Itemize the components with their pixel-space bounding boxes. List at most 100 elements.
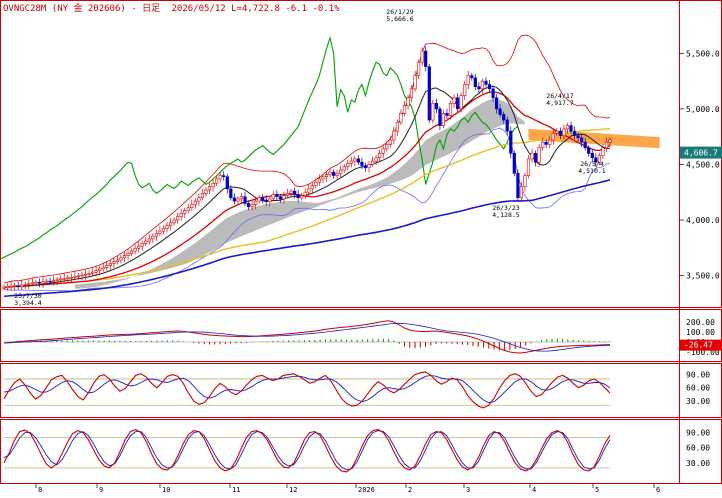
candle-body <box>80 274 84 277</box>
candle-body <box>459 95 463 110</box>
candle-body <box>190 204 194 208</box>
candle-body <box>317 178 322 183</box>
candle-body <box>321 176 325 180</box>
month-tick-label: 4 <box>532 486 536 494</box>
candle-body <box>122 255 127 259</box>
candle-body <box>73 276 77 278</box>
candle-body <box>579 137 584 143</box>
candle-body <box>494 97 499 110</box>
candle-body <box>491 88 495 99</box>
oscillator-tick-label: 30.00 <box>686 397 710 406</box>
candle-body <box>360 161 364 166</box>
oscillator-panel-frame <box>0 363 722 418</box>
candle-body <box>232 197 237 202</box>
candle-body <box>374 157 378 162</box>
candle-body <box>268 198 272 202</box>
candle-body <box>349 160 353 164</box>
candle-body <box>23 284 27 286</box>
candle-body <box>147 238 151 242</box>
candle-body <box>342 166 346 171</box>
candle-body <box>126 253 130 256</box>
candle-body <box>523 175 527 188</box>
candle-body <box>509 130 513 154</box>
candle-body <box>307 188 311 193</box>
date-label: 2026/05/12 <box>172 4 226 14</box>
candle-body <box>169 222 173 226</box>
candle-body <box>395 121 400 132</box>
candle-body <box>487 84 492 90</box>
chart-window: OVNGC28M (NY 金 202606) - 日足 2026/05/12 L… <box>0 0 722 494</box>
candle-body <box>246 203 251 207</box>
instrument-label: (NY 金 202606) <box>52 2 126 14</box>
candle-body <box>13 285 17 287</box>
candle-body <box>331 171 336 176</box>
candle-body <box>204 189 208 194</box>
candle-body <box>434 103 439 110</box>
candle-body <box>239 196 244 200</box>
candle-body <box>2 286 6 289</box>
month-tick-label: 2 <box>408 486 412 494</box>
candle-body <box>9 285 13 288</box>
candle-body <box>41 281 45 284</box>
annotation-value: 3,394.4 <box>14 299 41 307</box>
candle-body <box>112 261 116 264</box>
candle-body <box>526 158 531 176</box>
candle-body <box>516 173 520 199</box>
oscillator-tick-label: 60.00 <box>686 384 710 393</box>
candle-body <box>551 133 555 141</box>
stochastics-tick-label: 30.00 <box>686 459 710 468</box>
candle-body <box>140 243 144 247</box>
candle-body <box>463 84 467 96</box>
candle-body <box>480 80 485 90</box>
change-label: -6.1 <box>285 4 307 14</box>
candle-body <box>346 163 350 167</box>
candle-body <box>381 148 385 154</box>
candle-body <box>385 144 389 150</box>
candle-body <box>271 194 275 200</box>
candle-body <box>105 265 109 268</box>
candle-body <box>530 153 534 160</box>
candle-body <box>211 183 215 187</box>
candle-body <box>261 197 265 201</box>
month-tick-label: 10 <box>162 486 170 494</box>
candle-body <box>519 186 523 199</box>
price-panel-frame <box>0 0 722 308</box>
candle-body <box>243 196 247 204</box>
candle-body <box>222 175 226 178</box>
candle-body <box>438 108 442 126</box>
candle-body <box>562 128 566 136</box>
last-price-label: L=4,722.8 <box>231 4 280 14</box>
candle-body <box>5 286 10 289</box>
candle-body <box>583 141 587 149</box>
candle-body <box>254 200 258 205</box>
candle-body <box>275 194 279 197</box>
candle-body <box>388 139 392 145</box>
candle-body <box>200 193 205 199</box>
candle-body <box>569 125 573 132</box>
candle-body <box>108 262 112 266</box>
candle-body <box>413 75 417 90</box>
candle-body <box>44 280 49 283</box>
candle-body <box>289 190 293 194</box>
stochastics-tick-label: 90.00 <box>686 429 710 438</box>
candle-body <box>172 219 176 224</box>
stochastics-tick-label: 60.00 <box>686 444 710 453</box>
candle-body <box>427 66 431 121</box>
candle-body <box>473 77 477 88</box>
candle-body <box>158 230 162 234</box>
candle-body <box>558 130 562 136</box>
candle-body <box>328 171 332 175</box>
candle-body <box>16 285 20 288</box>
month-tick-label: 5 <box>595 486 599 494</box>
candle-body <box>278 196 283 200</box>
candle-body <box>409 88 414 99</box>
stochastics-panel-frame <box>0 419 722 484</box>
candle-body <box>98 268 102 271</box>
candle-body <box>37 281 41 284</box>
candle-body <box>416 61 421 76</box>
candle-body <box>292 190 297 195</box>
candle-body <box>91 271 95 274</box>
candle-body <box>27 283 31 285</box>
candle-body <box>484 80 488 85</box>
macd-tick-label: 200.00 <box>686 318 715 327</box>
